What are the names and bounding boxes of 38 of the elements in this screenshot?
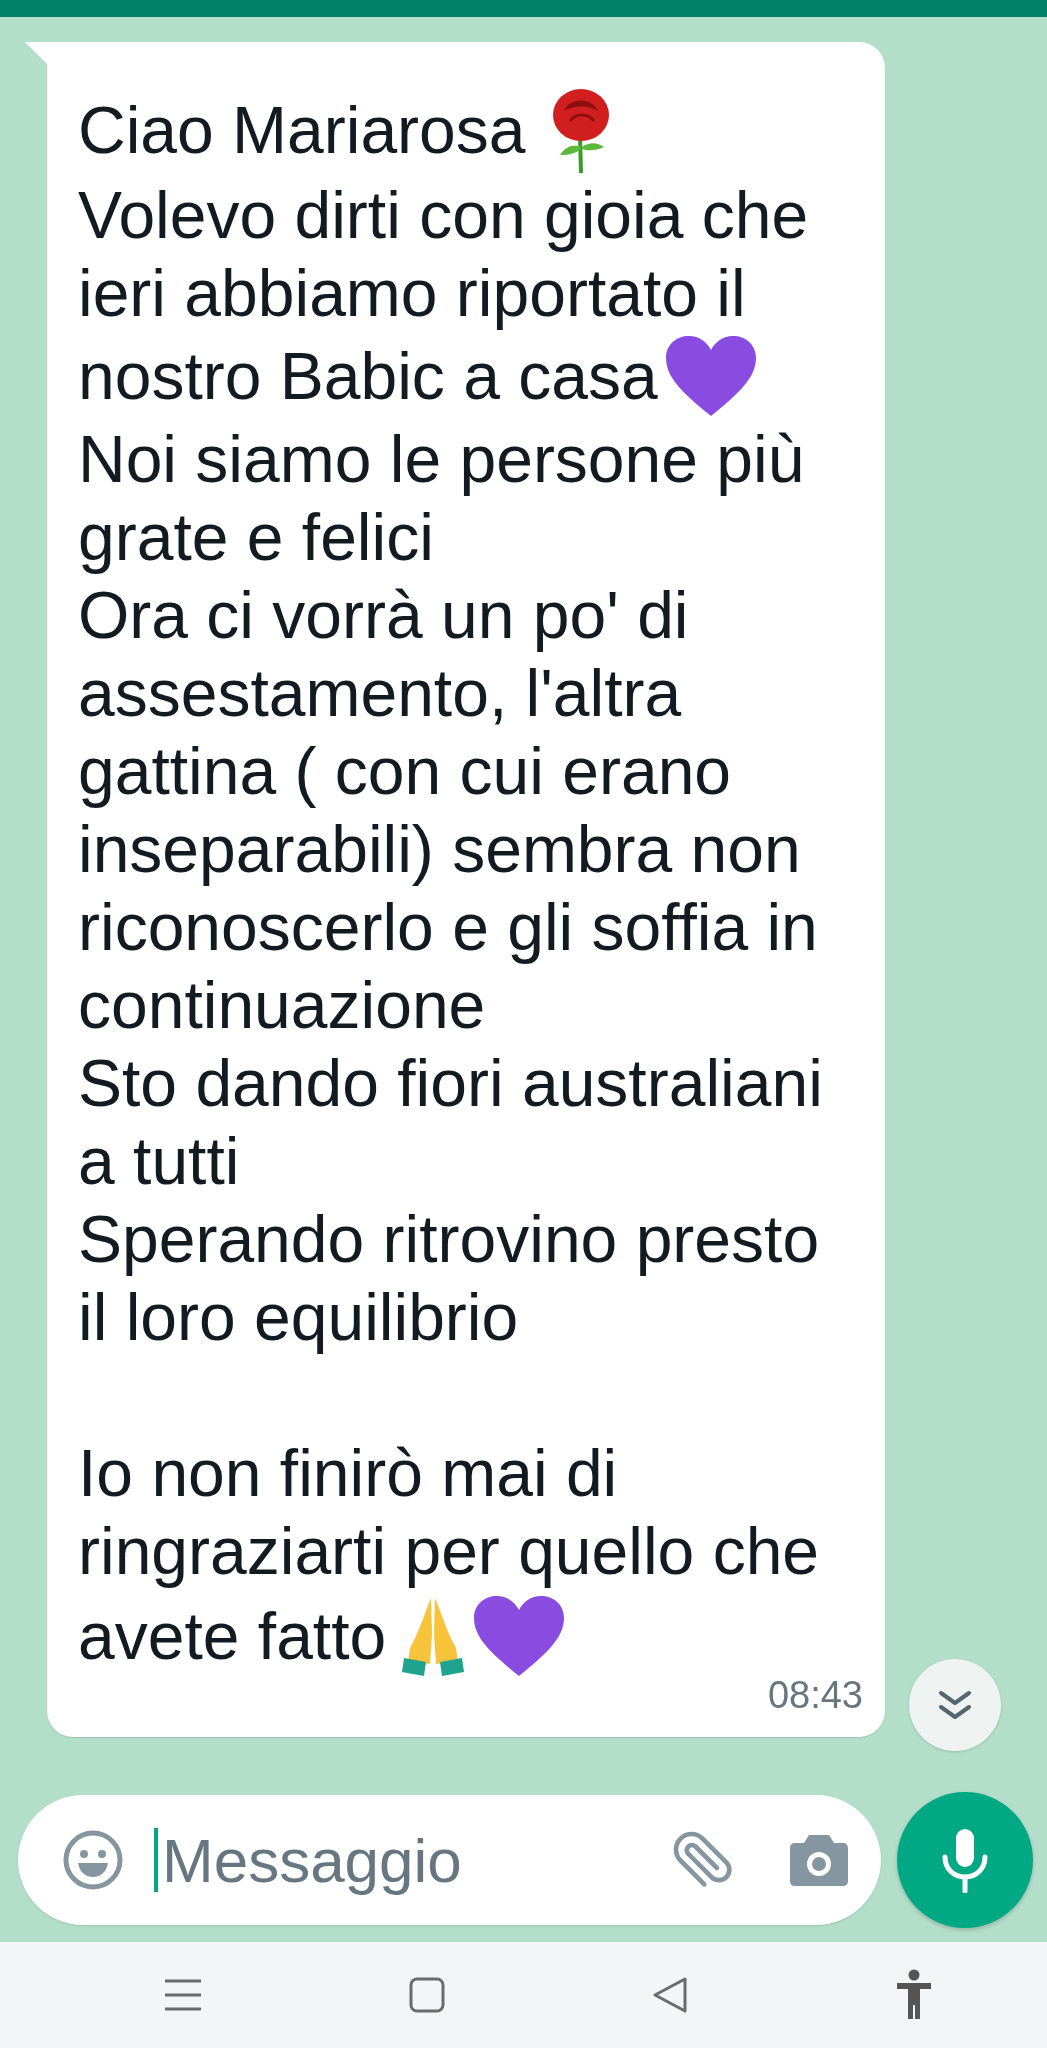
- message-text: Sto dando fiori australiani: [78, 1045, 823, 1121]
- message-text: avete fatto: [78, 1598, 387, 1674]
- message-text: riconoscerlo e gli soffia in: [78, 889, 818, 965]
- message-text: gattina ( con cui erano: [78, 733, 732, 809]
- menu-button[interactable]: [163, 1978, 202, 2012]
- message-text: Volevo dirti con gioia che: [78, 177, 809, 253]
- message-text: ringraziarti per quello che: [78, 1513, 820, 1589]
- message-text: Ciao Mariarosa: [78, 92, 526, 168]
- message-text: a tutti: [78, 1123, 240, 1199]
- message-text: assestamento, l'altra: [78, 655, 682, 731]
- home-button[interactable]: [408, 1977, 445, 2013]
- back-button[interactable]: [652, 1976, 689, 2014]
- message-time: 08:43: [767, 1674, 863, 1716]
- message-text: nostro Babic a casa: [78, 338, 658, 414]
- emoji-button[interactable]: [62, 1829, 124, 1891]
- message-text: ieri abbiamo riportato il: [78, 255, 746, 331]
- message-field[interactable]: Messaggio: [18, 1795, 882, 1925]
- back-icon: [652, 1976, 689, 2014]
- heart-icon: [663, 334, 758, 418]
- message-text: Noi siamo le persone più: [78, 421, 805, 497]
- heart-icon: [472, 1594, 567, 1678]
- camera-icon: [789, 1833, 850, 1887]
- message-text: inseparabili) sembra non: [78, 811, 801, 887]
- accessibility-icon: [895, 1969, 934, 2021]
- message-text: Sperando ritrovino presto: [78, 1201, 820, 1277]
- smiley-icon: [62, 1829, 124, 1891]
- accessibility-button[interactable]: [895, 1969, 934, 2021]
- menu-icon: [163, 1978, 202, 2012]
- message-text: il loro equilibrio: [78, 1279, 519, 1355]
- message-text: grate e felici: [78, 499, 434, 575]
- message-text: Ora ci vorrà un po' di: [78, 577, 689, 653]
- square-icon: [408, 1977, 445, 2013]
- text-cursor: [154, 1828, 158, 1892]
- camera-button[interactable]: [789, 1833, 850, 1887]
- message-input[interactable]: Messaggio: [162, 1824, 632, 1896]
- message-text: Io non finirò mai di: [78, 1435, 618, 1511]
- chevrons-down-icon: [937, 1689, 973, 1721]
- message-text: continuazione: [78, 967, 486, 1043]
